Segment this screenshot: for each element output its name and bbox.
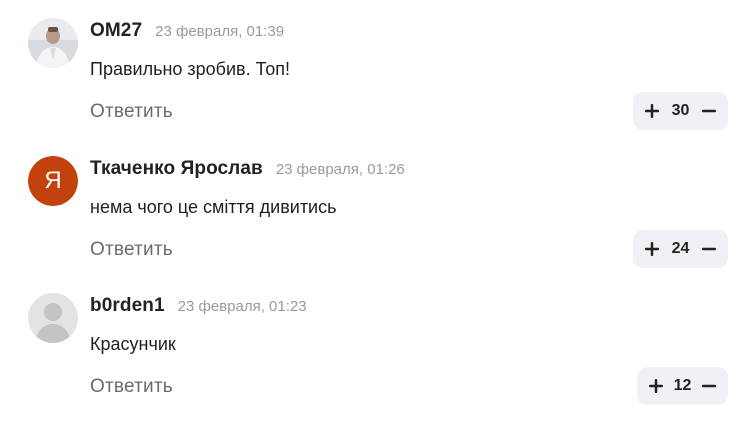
comment-author[interactable]: Ткаченко Ярослав [90, 158, 263, 180]
comment-meta: Ткаченко Ярослав 23 февраля, 01:26 [90, 158, 405, 184]
comment-text: Красунчик [90, 334, 176, 354]
comment-date: 23 февраля, 01:23 [177, 298, 307, 315]
vote-control: 12 [637, 367, 728, 405]
comment-date: 23 февраля, 01:26 [275, 161, 405, 178]
default-avatar-icon [28, 293, 78, 343]
vote-score: 24 [671, 240, 690, 257]
comment-author[interactable]: ОМ27 [90, 20, 142, 42]
avatar[interactable] [28, 293, 78, 343]
plus-icon[interactable] [644, 241, 660, 257]
comment-item: b0rden1 23 февраля, 01:23 Красунчик Отве… [0, 293, 743, 431]
comment-item: ОМ27 23 февраля, 01:39 Правильно зробив.… [0, 18, 743, 156]
avatar[interactable] [28, 18, 78, 68]
reply-button[interactable]: Ответить [90, 101, 173, 123]
comment-text: нема чого це сміття дивитись [90, 197, 337, 217]
minus-icon[interactable] [701, 241, 717, 257]
comment-meta: b0rden1 23 февраля, 01:23 [90, 295, 307, 321]
comment-item: Я Ткаченко Ярослав 23 февраля, 01:26 нем… [0, 156, 743, 294]
avatar[interactable]: Я [28, 156, 78, 206]
plus-icon[interactable] [648, 378, 664, 394]
vote-score: 12 [673, 377, 692, 394]
avatar-letter: Я [28, 156, 78, 206]
vote-control: 30 [633, 92, 728, 130]
comment-author[interactable]: b0rden1 [90, 295, 165, 317]
reply-button[interactable]: Ответить [90, 239, 173, 261]
reply-button[interactable]: Ответить [90, 376, 173, 398]
minus-icon[interactable] [701, 103, 717, 119]
vote-score: 30 [671, 102, 690, 119]
user-photo-icon [28, 18, 78, 68]
plus-icon[interactable] [644, 103, 660, 119]
comment-text: Правильно зробив. Топ! [90, 59, 290, 79]
comment-date: 23 февраля, 01:39 [155, 23, 285, 40]
comment-meta: ОМ27 23 февраля, 01:39 [90, 20, 284, 46]
minus-icon[interactable] [701, 378, 717, 394]
vote-control: 24 [633, 230, 728, 268]
